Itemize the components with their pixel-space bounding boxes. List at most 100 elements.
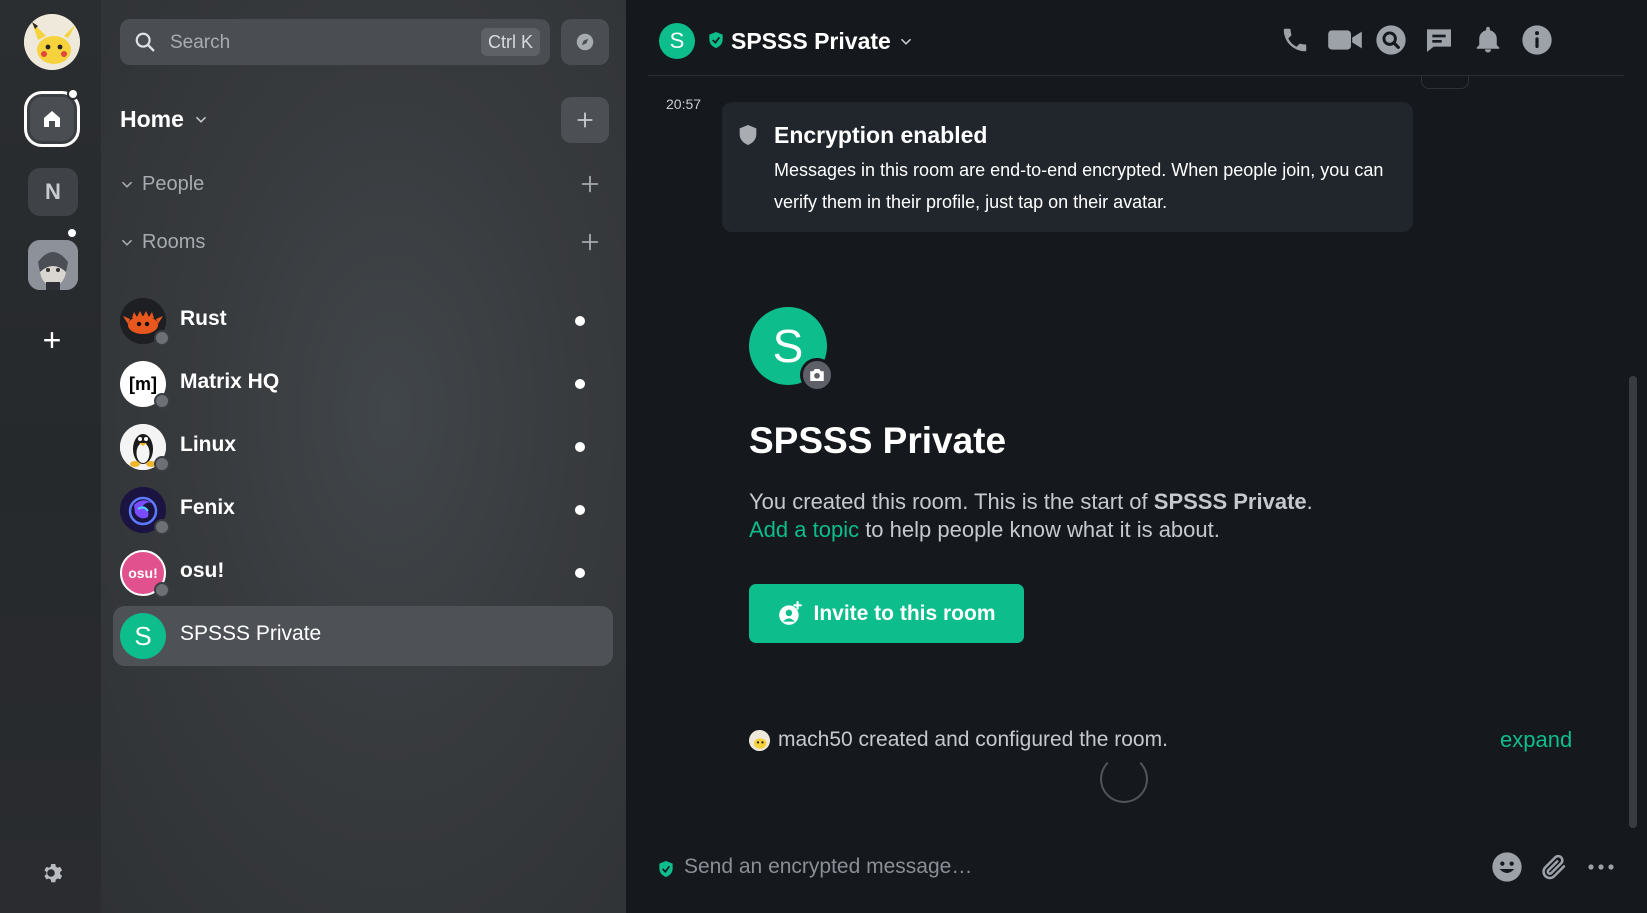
more-options-button[interactable] [1584,850,1618,884]
verified-shield-icon [659,861,673,877]
verified-shield-icon [709,32,723,48]
home-icon [44,111,60,127]
anime-space-avatar-icon [28,240,78,290]
room-name: Fenix [180,496,235,519]
chevron-down-icon [122,181,132,188]
attach-file-button[interactable] [1537,850,1571,884]
add-topic-link[interactable]: Add a topic [749,517,859,542]
room-item-fenix[interactable]: Fenix [113,480,613,540]
space-n-button[interactable]: N [28,168,78,216]
settings-button[interactable] [38,860,64,886]
encryption-notice: Encryption enabled Messages in this room… [722,102,1413,232]
osu-logo-text: osu! [128,565,158,581]
room-search-button[interactable] [1374,23,1408,57]
spaces-bar: N + [0,0,101,913]
notification-dot [66,227,78,239]
pikachu-avatar-icon [24,14,80,70]
add-user-icon [779,600,803,625]
room-avatar[interactable]: S [659,23,695,59]
search-shortcut-badge: Ctrl K [481,28,540,56]
chevron-down-icon [196,116,206,123]
voice-call-button[interactable] [1278,23,1312,57]
public-room-badge [154,393,170,409]
room-name: osu! [180,559,225,582]
encryption-body: Messages in this room are end-to-end enc… [774,160,1384,212]
room-item-matrix-hq[interactable]: [m] Matrix HQ [113,354,613,414]
compass-icon [576,33,594,51]
invite-button-label: Invite to this room [813,601,996,625]
add-button[interactable] [561,97,609,143]
unread-dot [575,568,585,578]
chevron-down-icon [900,38,911,45]
chevron-down-icon [122,239,132,246]
camera-icon [810,369,824,381]
search-bar[interactable]: Ctrl K [120,19,550,65]
room-item-spsss-private[interactable]: S SPSSS Private [113,606,613,666]
created-text: mach50 created and configured the room. [778,728,1168,751]
anime-space-button[interactable] [28,240,78,290]
expand-link[interactable]: expand [1500,727,1572,753]
section-people[interactable]: People [120,173,204,196]
user-avatar[interactable] [749,729,770,751]
room-name-dropdown[interactable]: SPSSS Private [731,28,913,55]
event-timestamp: 20:57 [666,96,702,112]
room-item-rust[interactable]: Rust [113,291,613,351]
spsss-avatar-letter: S [134,620,152,651]
shield-icon [739,125,757,145]
public-room-badge [154,519,170,535]
public-room-badge [154,582,170,598]
paperclip-icon [1542,854,1566,880]
explore-rooms-button[interactable] [561,19,609,65]
add-person-plus-icon[interactable] [579,173,601,195]
video-call-button[interactable] [1326,23,1364,57]
timeline-scrollbar[interactable] [1629,376,1637,828]
room-name: SPSSS Private [180,622,322,645]
search-icon [135,32,155,52]
home-header[interactable]: Home [120,106,208,133]
add-room-plus-icon[interactable] [579,231,601,253]
user-avatar[interactable] [24,14,80,70]
invite-button[interactable]: Invite to this room [749,584,1024,643]
unread-dot [575,505,585,515]
threads-icon [1427,29,1451,52]
upload-avatar-button[interactable] [800,358,834,392]
room-intro-avatar-letter: S [772,320,804,372]
info-icon [1522,25,1552,55]
search-icon [1376,25,1406,55]
unread-dot [575,442,585,452]
room-item-osu[interactable]: osu! osu! [113,543,613,603]
room-avatar-letter: S [669,28,685,53]
unread-dot [575,316,585,326]
room-name: Matrix HQ [180,370,280,393]
emoji-button[interactable] [1490,850,1524,884]
plus-icon [577,112,593,128]
intro-prefix: You created this room. This is the start… [749,489,1154,514]
spsss-avatar: S [120,613,166,659]
section-people-label: People [142,173,205,195]
search-input[interactable] [170,32,440,54]
threads-button[interactable] [1422,23,1456,57]
gear-icon [44,864,63,883]
room-intro-heading: SPSSS Private [749,420,1007,461]
room-title: SPSSS Private [731,28,891,54]
room-info-button[interactable] [1520,23,1554,57]
public-room-badge [154,456,170,472]
room-created-summary: mach50 created and configured the room. [749,728,1168,752]
message-composer-input[interactable] [684,855,1384,879]
room-item-linux[interactable]: Linux [113,417,613,477]
plus-icon: + [42,321,62,358]
create-space-button[interactable]: + [24,312,80,368]
section-rooms-label: Rooms [142,231,206,253]
encryption-title: Encryption enabled [774,122,988,148]
home-space-button[interactable] [24,88,80,147]
space-n-label: N [45,179,61,204]
room-name: Linux [180,433,236,456]
jump-to-top-nub[interactable] [1421,76,1469,89]
notifications-button[interactable] [1471,23,1505,57]
public-room-badge [154,330,170,346]
intro-suffix: to help people know what it is about. [859,517,1220,542]
home-title: Home [120,106,184,132]
video-camera-icon [1328,30,1362,50]
section-rooms[interactable]: Rooms [120,231,205,254]
emoji-icon [1492,852,1522,882]
